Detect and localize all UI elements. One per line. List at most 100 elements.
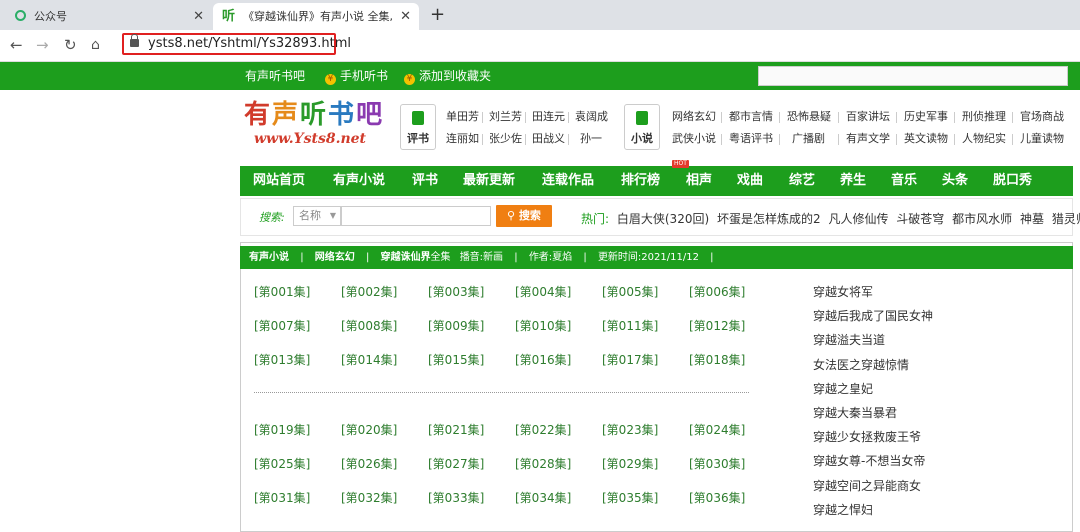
related-item[interactable]: 穿越之悍妇 xyxy=(813,501,873,518)
episode-link[interactable]: [第014集] xyxy=(341,351,397,368)
episode-link[interactable]: [第030集] xyxy=(689,455,745,472)
mobile-link[interactable]: ¥ 手机听书 xyxy=(325,62,388,90)
episode-link[interactable]: [第035集] xyxy=(602,489,658,506)
episode-link[interactable]: [第010集] xyxy=(515,317,571,334)
related-item[interactable]: 穿越大秦当暴君 xyxy=(813,404,897,421)
episode-link[interactable]: [第008集] xyxy=(341,317,397,334)
episode-link[interactable]: [第036集] xyxy=(689,489,745,506)
episode-link[interactable]: [第002集] xyxy=(341,283,397,300)
episode-link[interactable]: [第031集] xyxy=(254,489,310,506)
header-link[interactable]: 张少佐 xyxy=(489,132,522,146)
episode-link[interactable]: [第003集] xyxy=(428,283,484,300)
episode-link[interactable]: [第018集] xyxy=(689,351,745,368)
header-link[interactable]: 孙一 xyxy=(580,132,602,146)
new-tab-button[interactable]: + xyxy=(430,3,445,27)
episode-link[interactable]: [第015集] xyxy=(428,351,484,368)
related-item[interactable]: 女法医之穿越惊情 xyxy=(813,356,909,373)
header-link[interactable]: 儿童读物 xyxy=(1020,132,1064,146)
address-bar[interactable]: ysts8.net/Yshtml/Ys32893.html xyxy=(122,33,351,55)
header-link[interactable]: 袁阔成 xyxy=(575,110,608,124)
crumb-link[interactable]: 有声小说 xyxy=(249,252,289,263)
hot-item[interactable]: 坏蛋是怎样炼成的2 xyxy=(717,212,821,226)
nav-pingshu[interactable]: 评书 xyxy=(412,166,438,196)
header-link[interactable]: 都市言情 xyxy=(729,110,773,124)
episode-link[interactable]: [第005集] xyxy=(602,283,658,300)
related-item[interactable]: 穿越后我成了国民女神 xyxy=(813,307,933,324)
header-link[interactable]: 单田芳 xyxy=(446,110,479,124)
header-link[interactable]: 人物纪实 xyxy=(962,132,1006,146)
header-link[interactable]: 田连元 xyxy=(532,110,565,124)
header-link[interactable]: 广播剧 xyxy=(792,132,825,146)
hot-item[interactable]: 凡人修仙传 xyxy=(828,212,888,226)
nav-health[interactable]: 养生 xyxy=(840,166,866,196)
nav-talkshow[interactable]: 脱口秀 xyxy=(993,166,1032,196)
pingshu-category[interactable]: 评书 xyxy=(400,104,436,150)
nav-serial[interactable]: 连载作品 xyxy=(542,166,594,196)
episode-link[interactable]: [第024集] xyxy=(689,421,745,438)
episode-link[interactable]: [第028集] xyxy=(515,455,571,472)
close-tab-icon[interactable]: ✕ xyxy=(193,3,204,30)
episode-link[interactable]: [第009集] xyxy=(428,317,484,334)
episode-link[interactable]: [第032集] xyxy=(341,489,397,506)
browser-tab[interactable]: 公众号 ✕ xyxy=(6,3,212,30)
episode-link[interactable]: [第016集] xyxy=(515,351,571,368)
episode-link[interactable]: [第007集] xyxy=(254,317,310,334)
novel-category[interactable]: 小说 xyxy=(624,104,660,150)
related-item[interactable]: 穿越女将军 xyxy=(813,283,873,300)
close-tab-icon[interactable]: ✕ xyxy=(400,3,411,30)
hot-item[interactable]: 神墓 xyxy=(1020,212,1044,226)
back-icon[interactable]: ← xyxy=(10,35,23,55)
episode-link[interactable]: [第011集] xyxy=(602,317,658,334)
episode-link[interactable]: [第006集] xyxy=(689,283,745,300)
crumb-link[interactable]: 网络玄幻 xyxy=(315,252,355,263)
related-item[interactable]: 穿越之皇妃 xyxy=(813,380,873,397)
hot-item[interactable]: 白眉大侠(320回) xyxy=(617,212,709,226)
related-item[interactable]: 穿越少女拯救废王爷 xyxy=(813,428,921,445)
episode-link[interactable]: [第017集] xyxy=(602,351,658,368)
episode-link[interactable]: [第025集] xyxy=(254,455,310,472)
header-link[interactable]: 武侠小说 xyxy=(672,132,716,146)
header-link[interactable]: 连丽如 xyxy=(446,132,479,146)
episode-link[interactable]: [第029集] xyxy=(602,455,658,472)
nav-home[interactable]: 网站首页 xyxy=(253,166,305,196)
episode-link[interactable]: [第021集] xyxy=(428,421,484,438)
episode-link[interactable]: [第033集] xyxy=(428,489,484,506)
header-link[interactable]: 刑侦推理 xyxy=(962,110,1006,124)
episode-link[interactable]: [第022集] xyxy=(515,421,571,438)
header-link[interactable]: 英文读物 xyxy=(904,132,948,146)
header-link[interactable]: 历史军事 xyxy=(904,110,948,124)
header-link[interactable]: 田战义 xyxy=(532,132,565,146)
episode-link[interactable]: [第023集] xyxy=(602,421,658,438)
favorite-link[interactable]: ¥ 添加到收藏夹 xyxy=(404,62,491,90)
reload-icon[interactable]: ↻ xyxy=(64,35,77,55)
episode-link[interactable]: [第004集] xyxy=(515,283,571,300)
header-link[interactable]: 有声文学 xyxy=(846,132,890,146)
episode-link[interactable]: [第027集] xyxy=(428,455,484,472)
episode-link[interactable]: [第034集] xyxy=(515,489,571,506)
header-link[interactable]: 官场商战 xyxy=(1020,110,1064,124)
hot-item[interactable]: 斗破苍穹 xyxy=(896,212,944,226)
related-item[interactable]: 穿越女尊-不想当女帝 xyxy=(813,452,925,469)
nav-latest[interactable]: 最新更新 xyxy=(463,166,515,196)
forward-icon[interactable]: → xyxy=(36,35,49,55)
episode-link[interactable]: [第019集] xyxy=(254,421,310,438)
header-link[interactable]: 网络玄幻 xyxy=(672,110,716,124)
site-name-link[interactable]: 有声听书吧 xyxy=(245,62,305,90)
episode-link[interactable]: [第001集] xyxy=(254,283,310,300)
nav-ranking[interactable]: 排行榜 xyxy=(621,166,660,196)
hot-item[interactable]: 猎灵师 xyxy=(1052,212,1080,226)
episode-link[interactable]: [第026集] xyxy=(341,455,397,472)
episode-link[interactable]: [第012集] xyxy=(689,317,745,334)
browser-tab-active[interactable]: 听 《穿越诛仙界》有声小说 全集, ✕ xyxy=(213,3,419,30)
hot-item[interactable]: 都市风水师 xyxy=(952,212,1012,226)
episode-link[interactable]: [第013集] xyxy=(254,351,310,368)
header-link[interactable]: 粤语评书 xyxy=(729,132,773,146)
related-item[interactable]: 穿越溢夫当道 xyxy=(813,331,885,348)
home-icon[interactable]: ⌂ xyxy=(91,35,100,55)
header-link[interactable]: 百家讲坛 xyxy=(846,110,890,124)
nav-headlines[interactable]: 头条 xyxy=(942,166,968,196)
related-item[interactable]: 穿越空间之异能商女 xyxy=(813,477,921,494)
top-search-input[interactable] xyxy=(758,66,1068,86)
nav-crosstalk[interactable]: 相声 xyxy=(686,166,712,196)
nav-variety[interactable]: 综艺 xyxy=(789,166,815,196)
